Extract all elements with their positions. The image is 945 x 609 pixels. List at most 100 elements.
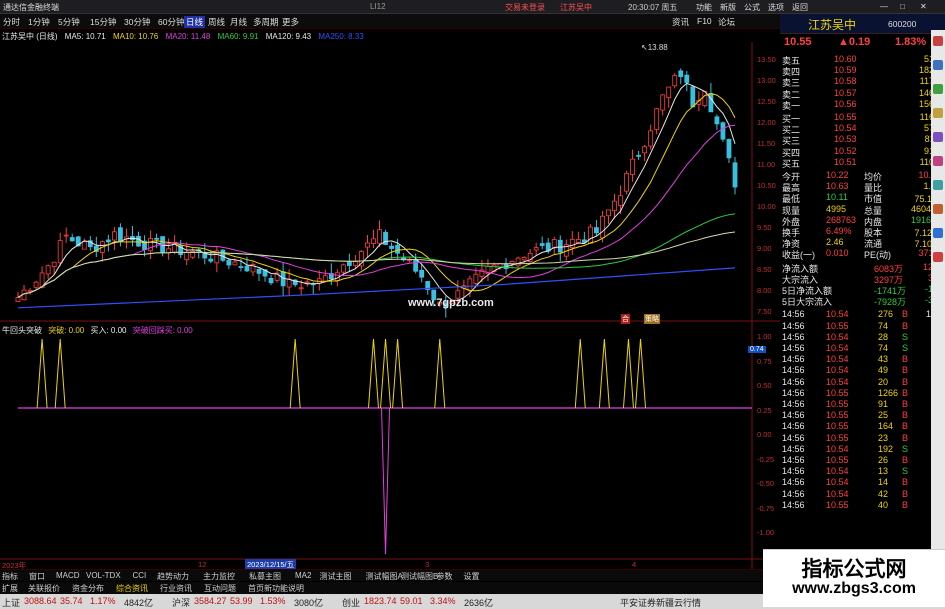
toolbar-icon-9[interactable] — [933, 228, 943, 238]
tick-volume: 42 — [878, 488, 889, 499]
ask-price: 10.57 — [834, 87, 857, 98]
nav-news[interactable]: 资讯 — [672, 16, 689, 28]
indicator-tab[interactable]: 主力监控 — [203, 571, 235, 582]
login-status[interactable]: 交易未登录 — [505, 2, 545, 13]
bid-row: 买四10.52915 — [782, 146, 943, 158]
tick-side: B — [902, 320, 909, 331]
nav-forum[interactable]: 论坛 — [718, 16, 735, 28]
time-label-12: 12 — [198, 560, 207, 569]
badge-he[interactable]: 合 — [621, 314, 630, 324]
indicator-tab[interactable]: MA2 — [295, 571, 311, 580]
menu-options[interactable]: 选项 — [768, 2, 784, 13]
price-tick-label: 10.50 — [757, 181, 776, 190]
toolbar-icon-8[interactable] — [933, 204, 943, 214]
info-tab[interactable]: 行业资讯 — [160, 583, 192, 594]
indicator-tab[interactable]: 测试主图 — [320, 571, 352, 582]
period-tick[interactable]: 分时 — [3, 16, 20, 28]
period-15m[interactable]: 15分钟 — [90, 16, 116, 28]
tick-side: B — [902, 309, 909, 320]
period-day[interactable]: 日线 — [184, 16, 206, 28]
indicator-tab[interactable]: 设置 — [464, 571, 480, 582]
close-button[interactable]: ✕ — [920, 2, 927, 11]
period-60m[interactable]: 60分钟 — [158, 16, 184, 28]
info-tab[interactable]: 互动问题 — [204, 583, 236, 594]
period-30m[interactable]: 30分钟 — [124, 16, 150, 28]
toolbar-icon-2[interactable] — [933, 60, 943, 70]
info-tab[interactable]: 综合资讯 — [116, 583, 148, 594]
period-week[interactable]: 周线 — [208, 16, 225, 28]
indicator-tab[interactable]: 测试幅图A — [366, 571, 403, 582]
menu-function[interactable]: 功能 — [696, 2, 712, 13]
quote-change: ▲0.19 — [838, 36, 871, 48]
tick-row: 14:5610.54276B102 — [782, 309, 943, 320]
tick-volume: 91 — [878, 399, 889, 409]
period-1m[interactable]: 1分钟 — [28, 16, 50, 28]
badge-strategy[interactable]: 策略 — [644, 314, 660, 324]
toolbar-icon-5[interactable] — [933, 132, 943, 142]
ask-price: 10.59 — [834, 65, 857, 76]
tubo-signal — [289, 338, 301, 409]
indicator-name: 牛回头突破 — [2, 326, 42, 335]
indicator-tab[interactable]: 窗口 — [29, 571, 45, 582]
candle-body — [346, 261, 352, 266]
indicator-tab[interactable]: 测试幅图B — [401, 571, 438, 582]
indicator-tab[interactable]: 指标 — [2, 571, 18, 582]
indicator-tab[interactable]: CCI — [133, 571, 147, 580]
tick-row: 14:5610.5540B5 — [782, 500, 943, 511]
candle-body — [389, 245, 394, 249]
tick-row: 14:5610.5414B2 — [782, 477, 943, 488]
candle-body — [515, 257, 521, 267]
status-d: 35.74 — [60, 596, 83, 606]
tick-row: 14:5610.5413S5 — [782, 466, 943, 477]
price-tick-label: 12.00 — [757, 118, 776, 127]
menu-new[interactable]: 新版 — [720, 2, 736, 13]
indicator-tab[interactable]: 参数 — [437, 571, 453, 582]
chart-canvas[interactable] — [0, 42, 780, 569]
candle-body — [298, 287, 304, 290]
app-window: { "app":{"title":"通达信金融终端","login":"交易未登… — [0, 0, 945, 609]
menu-formula[interactable]: 公式 — [744, 2, 760, 13]
period-month[interactable]: 月线 — [230, 16, 247, 28]
tick-price: 10.55 — [826, 421, 849, 432]
indicator-tab[interactable]: MACD — [56, 571, 80, 580]
tick-side: B — [902, 399, 909, 409]
info-tab[interactable]: 关联报价 — [28, 583, 60, 594]
toolbar-icon-1[interactable] — [933, 36, 943, 46]
quote-stock-code: 600200 — [888, 19, 917, 29]
tick-price: 10.55 — [826, 499, 849, 510]
indicator-tab[interactable]: 趋势动力 — [157, 571, 189, 582]
toolbar-icon-4[interactable] — [933, 108, 943, 118]
main-chart-title: 江苏吴中 (日线) MA5: 10.71 MA10: 10.76 MA20: 1… — [2, 31, 369, 42]
indicator-tab[interactable]: 私募主图 — [249, 571, 281, 582]
indicator-tab[interactable]: VOL-TDX — [86, 571, 121, 580]
toolbar-icon-3[interactable] — [933, 84, 943, 94]
period-more[interactable]: 更多 — [282, 16, 299, 28]
candle-body — [45, 265, 51, 275]
candle-body — [220, 249, 226, 261]
toolbar-icon-10[interactable] — [933, 252, 943, 262]
candle-body — [594, 227, 599, 234]
candle-body — [208, 258, 214, 262]
tick-row: 14:5610.5443B8 — [782, 354, 943, 365]
tick-price: 10.54 — [826, 488, 849, 499]
toolbar-icon-7[interactable] — [933, 180, 943, 190]
nav-f10[interactable]: F10 — [697, 16, 712, 26]
menu-back[interactable]: 返回 — [792, 2, 808, 13]
info-tab[interactable]: 资金分布 — [72, 583, 104, 594]
tick-side: B — [902, 365, 909, 376]
maximize-button[interactable]: □ — [900, 2, 905, 11]
candle-body — [660, 94, 666, 111]
stat-row: 今开 10.22 均价 10.47 — [782, 170, 943, 182]
tick-side: B — [902, 410, 909, 421]
toolbar-icon-6[interactable] — [933, 156, 943, 166]
candle-body — [684, 74, 690, 83]
period-multi[interactable]: 多周期 — [253, 16, 279, 28]
quote-pct: 1.83% — [895, 36, 927, 48]
candle-body — [587, 226, 593, 244]
period-5m[interactable]: 5分钟 — [58, 16, 80, 28]
status-v: 3080亿 — [294, 598, 324, 608]
stock-tab[interactable]: 江苏吴中 — [560, 2, 592, 13]
minimize-button[interactable]: — — [880, 2, 888, 11]
info-tab[interactable]: 扩展 — [2, 583, 18, 594]
info-tab[interactable]: 首页新功能说明 — [248, 583, 304, 594]
